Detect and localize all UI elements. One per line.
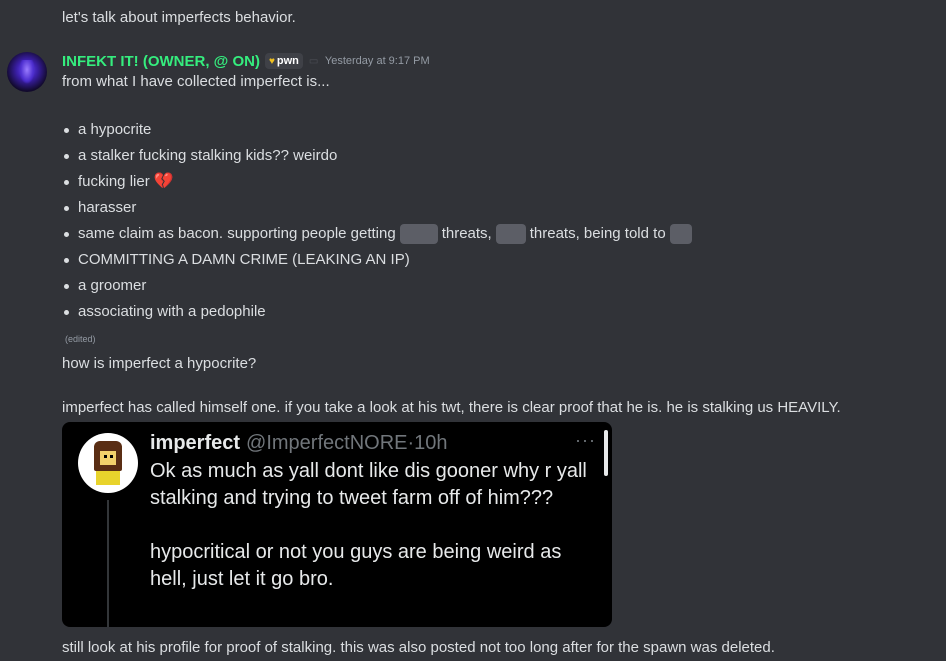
scrollbar <box>604 430 608 476</box>
follow-footer: still look at his profile for proof of s… <box>62 639 775 656</box>
list-item: fucking lier 💔 <box>62 169 696 195</box>
tweet-author-name: imperfect <box>150 432 241 454</box>
message-timestamp[interactable]: Yesterday at 9:17 PM <box>325 55 430 67</box>
thread-line <box>107 500 109 627</box>
badge-icon: ♥ <box>268 55 275 67</box>
list-item: harasser <box>62 195 696 221</box>
decoration-icon: ▭ <box>308 56 319 67</box>
tweet-time: 10h <box>414 432 448 454</box>
list-item: a hypocrite <box>62 117 696 143</box>
more-options-icon: ··· <box>575 430 596 450</box>
spoiler-block[interactable] <box>399 224 438 244</box>
list-item: a groomer <box>62 273 696 299</box>
message-header: INFEKT IT! (OWNER, @ ON) ♥ pwn ▭ Yesterd… <box>62 50 430 72</box>
tweet-handle: @ImperfectNORE <box>246 432 408 454</box>
message-intro: from what I have collected imperfect is.… <box>62 73 330 90</box>
previous-message: let's talk about imperfects behavior. <box>62 9 296 26</box>
broken-heart-emoji: 💔 <box>153 173 174 190</box>
tweet-body: Ok as much as yall dont like dis gooner … <box>150 458 600 593</box>
tweet-avatar <box>78 433 138 493</box>
spoiler-block[interactable] <box>495 224 526 244</box>
edited-label: (edited) <box>65 334 96 344</box>
bullet-list: a hypocrite a stalker fucking stalking k… <box>62 117 696 325</box>
username[interactable]: INFEKT IT! (OWNER, @ ON) <box>62 53 260 70</box>
list-item: COMMITTING A DAMN CRIME (LEAKING AN IP) <box>62 247 696 273</box>
list-item: a stalker fucking stalking kids?? weirdo <box>62 143 696 169</box>
tweet-header: imperfect @ImperfectNORE·10h <box>150 430 448 456</box>
tweet-screenshot[interactable]: imperfect @ImperfectNORE·10h ··· Ok as mu… <box>62 422 612 627</box>
spoiler-block[interactable] <box>669 224 692 244</box>
list-item: associating with a pedophile <box>62 299 696 325</box>
tweet-paragraph: hypocritical or not you guys are being w… <box>150 541 562 590</box>
follow-explanation: imperfect has called himself one. if you… <box>62 399 841 416</box>
server-tag[interactable]: ♥ pwn <box>264 53 303 69</box>
list-item: same claim as bacon. supporting people g… <box>62 221 696 247</box>
server-tag-label: pwn <box>276 55 299 67</box>
follow-question: how is imperfect a hypocrite? <box>62 355 257 372</box>
tweet-paragraph: Ok as much as yall dont like dis gooner … <box>150 460 587 509</box>
user-avatar[interactable] <box>7 52 47 92</box>
